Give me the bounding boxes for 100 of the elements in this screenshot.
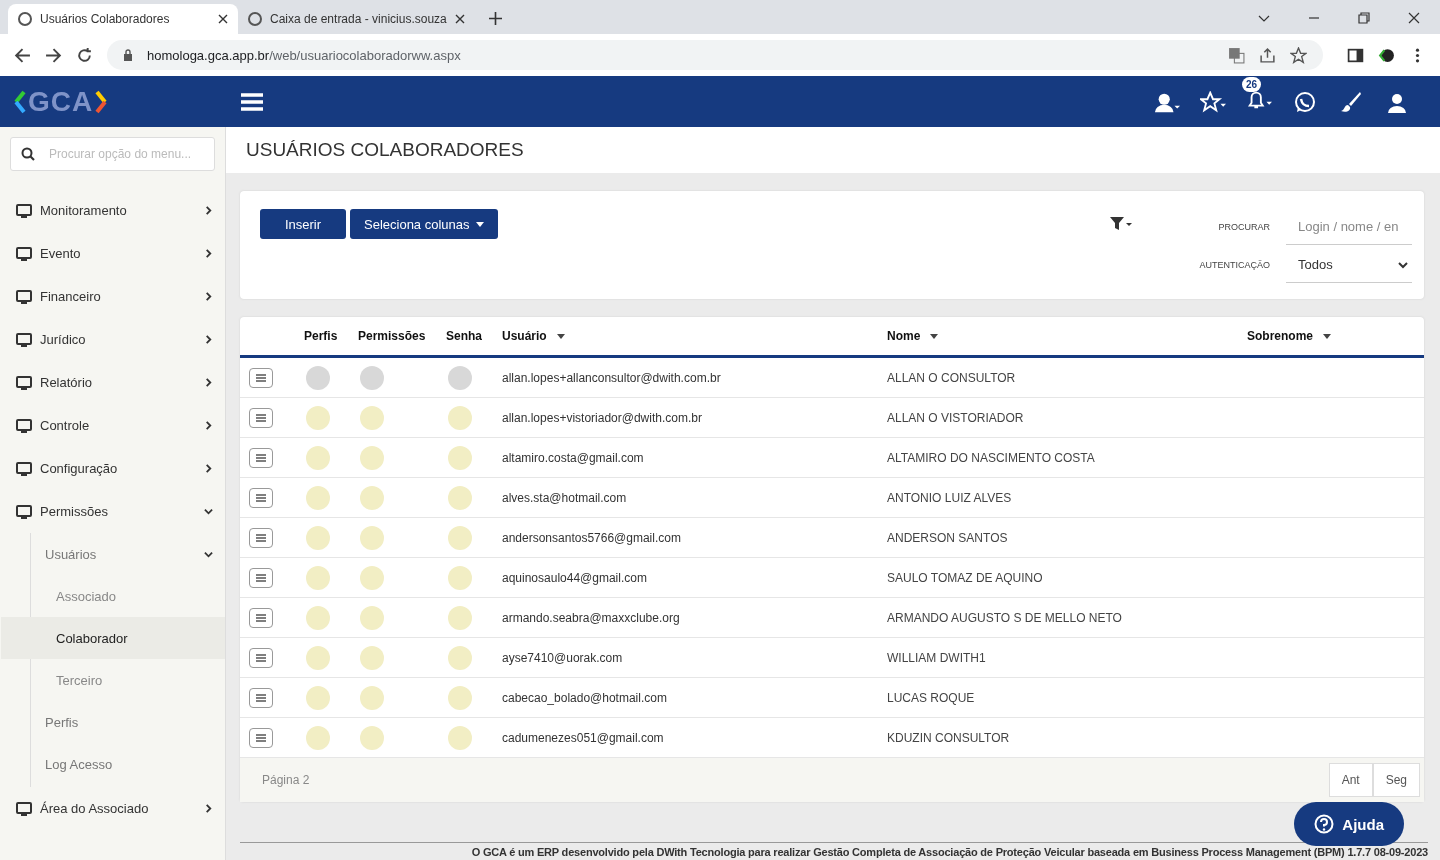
field-label: AUTENTICAÇÃO (1199, 260, 1270, 270)
menu-icon (255, 372, 267, 383)
table-cell-text: WILLIAM DWITH1 (887, 650, 987, 665)
column-header[interactable]: Senha (446, 329, 502, 343)
column-header[interactable]: Permissões (358, 329, 446, 343)
page-label: Página 2 (262, 773, 310, 787)
sidebar-item[interactable]: Evento (0, 232, 225, 275)
page-title: USUÁRIOS COLABORADORES (246, 139, 524, 161)
reload-icon[interactable] (76, 46, 93, 64)
table-cell-text: ARMANDO AUGUSTO S DE MELLO NETO (887, 610, 1123, 625)
favicon-icon (248, 12, 262, 26)
sidebar-subitem[interactable]: Colaborador (1, 617, 225, 659)
column-header[interactable]: Usuário (502, 329, 887, 343)
extension-icon[interactable] (1378, 46, 1395, 64)
row-menu-button[interactable] (249, 567, 273, 588)
table-cell-text: LUCAS ROQUE (887, 690, 976, 705)
table-cell-text: KDUZIN CONSULTOR (887, 730, 1011, 745)
column-header[interactable]: Sobrenome (1247, 329, 1424, 343)
search-icon (21, 147, 35, 161)
insert-button[interactable]: Inserir (260, 209, 346, 239)
row-menu-button[interactable] (249, 487, 273, 508)
table-cell-text: aquinosaulo44@gmail.com (502, 570, 648, 585)
pager-button[interactable]: Ant (1328, 763, 1373, 797)
table-cell-text: alves.sta@hotmail.com (502, 490, 628, 505)
menu-icon (255, 652, 267, 663)
side-panel-icon[interactable] (1347, 46, 1364, 64)
table-cell-text: cabecao_bolado@hotmail.com (502, 690, 668, 705)
close-icon[interactable] (454, 14, 465, 24)
sort-caret-icon (930, 333, 939, 339)
table-cell-text: ANTONIO LUIZ ALVES (887, 490, 1013, 505)
menu-icon (255, 612, 267, 623)
menu-icon (255, 732, 267, 743)
row-menu-button[interactable] (249, 647, 273, 668)
table-cell-text: ayse7410@uorak.com (502, 650, 624, 665)
sort-caret-icon (1323, 333, 1331, 339)
address-bar[interactable]: homologa.gca.app.br/web/usuariocolaboradorww.aspx (107, 40, 1323, 70)
sidebar-item[interactable]: Monitoramento (0, 189, 225, 232)
table-cell-text: SAULO TOMAZ DE AQUINO (887, 570, 1044, 585)
menu-search-field[interactable]: Procurar opção do menu... (10, 137, 215, 171)
caret-icon (475, 221, 484, 227)
monitor-icon (16, 202, 32, 219)
menu-icon (255, 452, 267, 463)
sidebar-item[interactable]: Relatório (0, 361, 225, 404)
row-menu-button[interactable] (249, 407, 273, 428)
star-icon[interactable] (1290, 46, 1307, 64)
dropdown-button[interactable]: Seleciona colunas (350, 209, 498, 239)
authentication-select[interactable]: Todos (1286, 247, 1412, 283)
menu-icon (255, 412, 267, 423)
column-header[interactable]: Perfis (304, 329, 358, 343)
table-cell-text: altamiro.costa@gmail.com (502, 450, 645, 465)
sidebar-item[interactable]: Financeiro (0, 275, 225, 318)
sidebar-subitem[interactable]: Usuários (31, 533, 225, 575)
row-menu-button[interactable] (249, 607, 273, 628)
forward-arrow-icon[interactable] (45, 46, 62, 64)
search-field[interactable]: Login / nome / en (1286, 209, 1412, 245)
sidebar-subitem[interactable]: Perfis (31, 701, 225, 743)
table-cell-text: ANDERSON SANTOS (887, 530, 1009, 545)
close-icon[interactable] (218, 14, 228, 24)
menu-icon (255, 532, 267, 543)
favicon-icon (18, 12, 32, 26)
share-icon[interactable] (1259, 46, 1276, 64)
browser-tab[interactable]: Caixa de entrada - vinicius.souza (238, 4, 475, 34)
new-tab-icon[interactable] (488, 12, 502, 25)
sidebar-item[interactable]: Área do Associado (0, 787, 225, 830)
question-icon (1314, 814, 1335, 834)
star-icon[interactable] (1200, 90, 1226, 113)
table-cell-text: ALLAN O CONSULTOR (887, 370, 1017, 385)
sidebar-subitem[interactable]: Log Acesso (31, 743, 225, 785)
menu-icon (255, 492, 267, 503)
menu-icon[interactable] (241, 91, 264, 112)
menu-icon (255, 692, 267, 703)
sidebar-item[interactable]: Controle (0, 404, 225, 447)
row-menu-button[interactable] (249, 367, 273, 388)
menu-icon (255, 572, 267, 583)
table-cell-text: allan.lopes+allanconsultor@dwith.com.br (502, 370, 722, 385)
row-menu-button[interactable] (249, 527, 273, 548)
table-cell-text: cadumenezes051@gmail.com (502, 730, 665, 745)
sidebar-item[interactable]: Configuração (0, 447, 225, 490)
field-label: PROCURAR (1218, 222, 1270, 232)
pager-button[interactable]: Seg (1372, 763, 1420, 797)
row-menu-button[interactable] (249, 727, 273, 748)
table-cell-text: ALLAN O VISTORIADOR (887, 410, 1025, 425)
translate-icon[interactable] (1228, 46, 1245, 64)
column-header[interactable]: Nome (887, 329, 1247, 343)
whatsapp-icon[interactable] (1292, 90, 1318, 113)
sidebar-item[interactable]: Permissões (0, 490, 225, 533)
sort-caret-icon (556, 333, 565, 339)
row-menu-button[interactable] (249, 687, 273, 708)
table-cell-text: allan.lopes+vistoriador@dwith.com.br (502, 410, 703, 425)
browser-tab[interactable]: Usuários Colaboradores (8, 4, 238, 34)
close-icon[interactable] (1408, 12, 1420, 24)
logo[interactable]: GCA (14, 86, 108, 117)
sidebar-item[interactable]: Jurídico (0, 318, 225, 361)
restore-icon[interactable] (1358, 12, 1370, 24)
row-menu-button[interactable] (249, 447, 273, 468)
filter-icon[interactable] (1110, 217, 1132, 231)
help-button[interactable]: Ajuda (1294, 802, 1404, 846)
table-cell-text: ALTAMIRO DO NASCIMENTO COSTA (887, 450, 1096, 465)
notification-badge: 26 (1242, 76, 1262, 92)
back-arrow-icon[interactable] (14, 46, 31, 64)
